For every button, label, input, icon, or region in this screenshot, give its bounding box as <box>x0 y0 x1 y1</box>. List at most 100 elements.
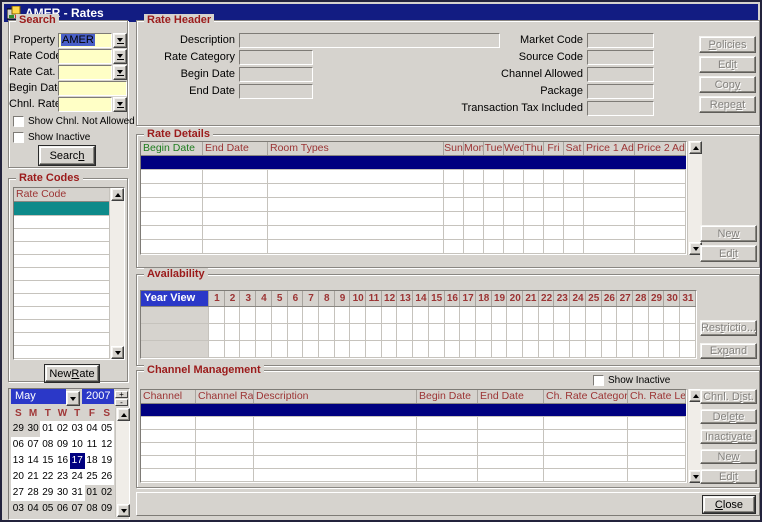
show-inactive-checkbox[interactable] <box>13 132 24 143</box>
channel-show-inactive-checkbox[interactable] <box>593 375 604 386</box>
table-cell <box>544 170 564 183</box>
calendar-day[interactable]: 28 <box>26 485 41 501</box>
availability-cell <box>272 324 288 340</box>
calendar-day[interactable]: 17 <box>70 453 85 469</box>
search-button[interactable]: Search <box>39 146 95 165</box>
calendar-day[interactable]: 30 <box>55 485 70 501</box>
year-decrement-button[interactable]: - <box>115 399 128 406</box>
column-header: Fri <box>544 142 564 155</box>
day-column-header: 28 <box>633 291 649 306</box>
calendar-day[interactable]: 26 <box>99 469 114 485</box>
selected-row[interactable] <box>141 404 686 417</box>
calendar-scrollbar[interactable] <box>115 408 129 517</box>
source-code-field[interactable] <box>587 50 654 65</box>
table-cell <box>464 226 484 239</box>
rate-cat-lov-button[interactable] <box>113 65 127 80</box>
calendar-day[interactable]: 06 <box>11 437 26 453</box>
table-cell <box>268 240 444 253</box>
calendar-day[interactable]: 01 <box>85 485 100 501</box>
calendar-day[interactable]: 07 <box>26 437 41 453</box>
calendar-day[interactable]: 04 <box>85 421 100 437</box>
calendar-day[interactable]: 09 <box>55 437 70 453</box>
calendar-day[interactable]: 02 <box>99 485 114 501</box>
calendar-day[interactable]: 15 <box>40 453 55 469</box>
calendar-month-dropdown-button[interactable] <box>66 391 80 406</box>
calendar-day[interactable]: 21 <box>26 469 41 485</box>
availability-cell <box>413 324 429 340</box>
table-cell <box>141 456 196 468</box>
calendar-day[interactable]: 08 <box>40 437 55 453</box>
rate-code-row <box>14 346 110 359</box>
calendar-day[interactable]: 08 <box>85 501 100 517</box>
begin-date-field[interactable] <box>239 67 313 82</box>
chnl-rate-lov-button[interactable] <box>113 97 127 112</box>
transaction-tax-included-field[interactable] <box>587 101 654 116</box>
calendar-day[interactable]: 29 <box>40 485 55 501</box>
year-increment-button[interactable]: + <box>115 391 128 398</box>
calendar-day[interactable]: 24 <box>70 469 85 485</box>
column-header: Ch. Rate Level <box>628 390 686 403</box>
calendar-day[interactable]: 12 <box>99 437 114 453</box>
channel-allowed-field[interactable] <box>587 67 654 82</box>
calendar-day[interactable]: 01 <box>40 421 55 437</box>
calendar-day[interactable]: 05 <box>40 501 55 517</box>
availability-row-label <box>141 307 209 323</box>
chnl-rate-field[interactable] <box>58 97 112 112</box>
market-code-field[interactable] <box>587 33 654 48</box>
calendar-day[interactable]: 29 <box>11 421 26 437</box>
rate-code-field[interactable] <box>58 49 112 64</box>
new-rate-button[interactable]: New Rate <box>45 365 99 382</box>
calendar-day[interactable]: 14 <box>26 453 41 469</box>
package-field[interactable] <box>587 84 654 99</box>
rate-cat-field[interactable] <box>58 65 112 80</box>
rate-codes-scrollbar[interactable] <box>109 188 124 359</box>
calendar-day[interactable]: 22 <box>40 469 55 485</box>
calendar-day[interactable]: 09 <box>99 501 114 517</box>
calendar-day[interactable]: 16 <box>55 453 70 469</box>
calendar-day[interactable]: 31 <box>70 485 85 501</box>
restrictions-button: Restrictio... <box>700 320 757 336</box>
calendar-day[interactable]: 04 <box>26 501 41 517</box>
calendar-day[interactable]: 27 <box>11 485 26 501</box>
rate-code-lov-button[interactable] <box>113 49 127 64</box>
calendar-day[interactable]: 13 <box>11 453 26 469</box>
scroll-up-button[interactable] <box>111 188 124 201</box>
scroll-up-button[interactable] <box>689 141 702 154</box>
calendar-month-select[interactable]: May <box>11 389 66 404</box>
close-button[interactable]: Close <box>703 496 755 513</box>
scroll-down-button[interactable] <box>117 504 130 517</box>
day-column-header: 26 <box>602 291 618 306</box>
table-cell <box>196 469 254 481</box>
calendar-day[interactable]: 11 <box>85 437 100 453</box>
calendar-day[interactable]: 07 <box>70 501 85 517</box>
calendar-day[interactable]: 03 <box>70 421 85 437</box>
calendar-day[interactable]: 18 <box>85 453 100 469</box>
day-column-header: 16 <box>445 291 461 306</box>
calendar-day[interactable]: 30 <box>26 421 41 437</box>
property-lov-button[interactable] <box>113 33 127 48</box>
rate-code-row <box>14 268 110 281</box>
calendar-day[interactable]: 06 <box>55 501 70 517</box>
scroll-down-button[interactable] <box>111 346 124 359</box>
calendar-day[interactable]: 25 <box>85 469 100 485</box>
scroll-up-button[interactable] <box>117 408 130 421</box>
column-header: Price 1 Adul <box>584 142 635 155</box>
table-cell <box>203 240 268 253</box>
show-chnl-not-allowed-checkbox[interactable] <box>13 116 24 127</box>
calendar-day[interactable]: 05 <box>99 421 114 437</box>
end-date-field[interactable] <box>239 84 313 99</box>
calendar-day[interactable]: 02 <box>55 421 70 437</box>
availability-cell <box>570 341 586 357</box>
calendar-day[interactable]: 19 <box>99 453 114 469</box>
selected-rate-code-row[interactable] <box>14 202 110 216</box>
calendar-day[interactable]: 10 <box>70 437 85 453</box>
table-cell <box>464 184 484 197</box>
calendar-day[interactable]: 23 <box>55 469 70 485</box>
calendar-day[interactable]: 03 <box>11 501 26 517</box>
selected-row[interactable] <box>141 156 686 170</box>
property-field[interactable]: AMER <box>58 33 112 48</box>
calendar-day[interactable]: 20 <box>11 469 26 485</box>
begin-date-field[interactable] <box>58 81 127 96</box>
calendar-year[interactable]: 2007 <box>82 389 114 404</box>
rate-category-field[interactable] <box>239 50 313 65</box>
